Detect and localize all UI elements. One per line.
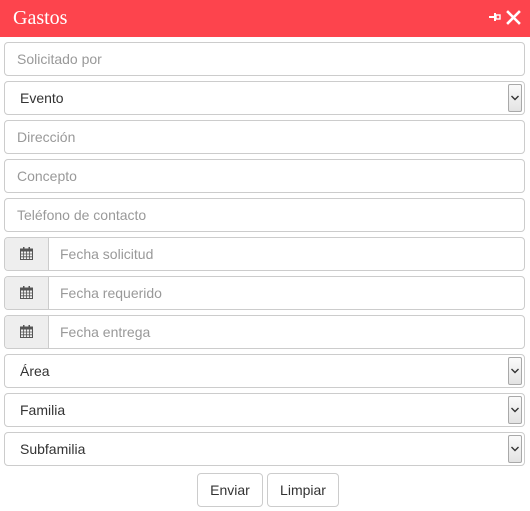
fecha-solicitud-input[interactable] xyxy=(49,238,524,270)
calendar-icon xyxy=(20,286,33,299)
fecha-solicitud-group xyxy=(4,237,525,271)
calendar-icon xyxy=(20,247,33,260)
concepto-input[interactable] xyxy=(4,159,525,193)
window-title: Gastos xyxy=(13,7,68,29)
area-select-value: Área xyxy=(20,363,50,379)
familia-select-value: Familia xyxy=(20,402,66,418)
solicitado-por-input[interactable] xyxy=(4,42,525,76)
fecha-entrega-addon[interactable] xyxy=(5,316,49,348)
chevron-down-icon[interactable] xyxy=(508,84,522,112)
fecha-entrega-group xyxy=(4,315,525,349)
subfamilia-select-value: Subfamilia xyxy=(20,441,86,457)
chevron-down-icon[interactable] xyxy=(508,396,522,424)
evento-select-value: Evento xyxy=(20,90,64,106)
area-select[interactable]: Área xyxy=(4,354,525,388)
familia-select[interactable]: Familia xyxy=(4,393,525,427)
fecha-requerido-input[interactable] xyxy=(49,277,524,309)
pin-icon[interactable] xyxy=(489,11,501,23)
close-icon[interactable] xyxy=(506,10,521,25)
submit-button[interactable]: Enviar xyxy=(197,473,263,507)
calendar-icon xyxy=(20,325,33,338)
fecha-solicitud-addon[interactable] xyxy=(5,238,49,270)
telefono-input[interactable] xyxy=(4,198,525,232)
subfamilia-select[interactable]: Subfamilia xyxy=(4,432,525,466)
clear-button[interactable]: Limpiar xyxy=(267,473,339,507)
direccion-input[interactable] xyxy=(4,120,525,154)
evento-select[interactable]: Evento xyxy=(4,81,525,115)
fecha-requerido-group xyxy=(4,276,525,310)
window-header: Gastos xyxy=(0,0,530,37)
fecha-entrega-input[interactable] xyxy=(49,316,524,348)
chevron-down-icon[interactable] xyxy=(508,357,522,385)
chevron-down-icon[interactable] xyxy=(508,435,522,463)
fecha-requerido-addon[interactable] xyxy=(5,277,49,309)
